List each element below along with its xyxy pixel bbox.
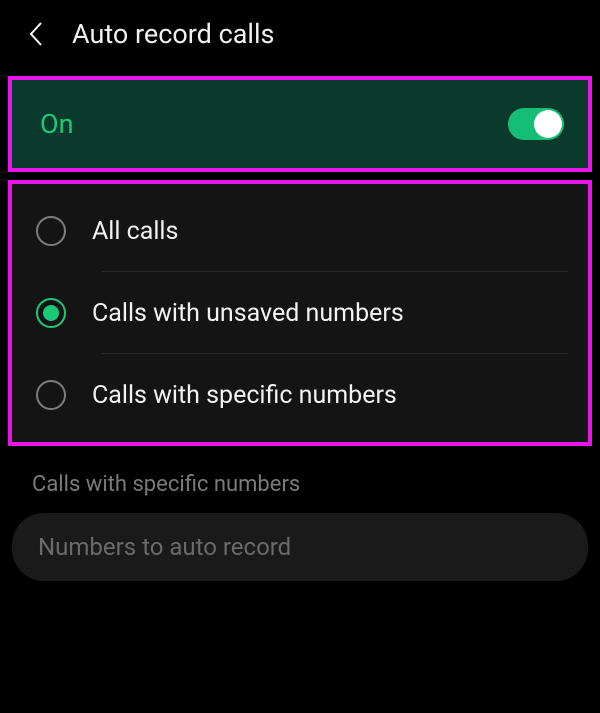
radio-icon (36, 380, 66, 410)
toggle-switch[interactable] (508, 108, 564, 140)
radio-option-all-calls[interactable]: All calls (12, 190, 588, 272)
radio-option-specific-numbers[interactable]: Calls with specific numbers (12, 354, 588, 436)
radio-icon (36, 216, 66, 246)
back-button[interactable] (24, 22, 48, 46)
master-toggle-row[interactable]: On (12, 80, 588, 168)
highlight-toggle-box: On (8, 76, 592, 172)
radio-option-unsaved-numbers[interactable]: Calls with unsaved numbers (12, 272, 588, 354)
toggle-thumb (534, 110, 562, 138)
radio-icon-selected (36, 298, 66, 328)
options-list: All calls Calls with unsaved numbers Cal… (12, 184, 588, 442)
highlight-options-box: All calls Calls with unsaved numbers Cal… (8, 180, 592, 446)
radio-dot-icon (43, 305, 59, 321)
chevron-left-icon (27, 20, 45, 48)
radio-label: Calls with unsaved numbers (92, 299, 404, 328)
radio-label: Calls with specific numbers (92, 381, 397, 410)
section-label-specific: Calls with specific numbers (0, 454, 600, 509)
radio-label: All calls (92, 217, 178, 246)
header: Auto record calls (0, 0, 600, 68)
numbers-input-placeholder: Numbers to auto record (38, 533, 562, 561)
page-title: Auto record calls (72, 18, 274, 50)
toggle-label: On (40, 108, 74, 140)
numbers-input-row[interactable]: Numbers to auto record (12, 513, 588, 581)
